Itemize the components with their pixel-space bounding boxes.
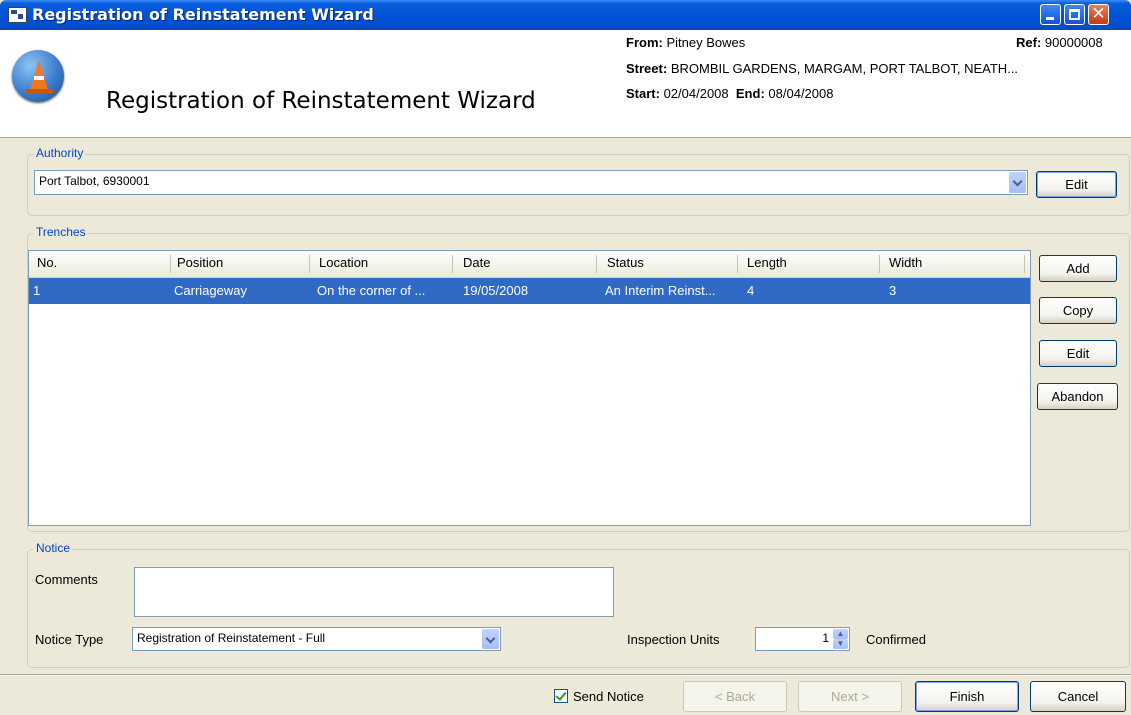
trench-edit-button[interactable]: Edit <box>1039 340 1117 367</box>
cell-date: 19/05/2008 <box>463 283 529 298</box>
footer-separator <box>0 674 1131 676</box>
column-header-position[interactable]: Position <box>177 255 223 270</box>
send-notice-label[interactable]: Send Notice <box>573 689 644 704</box>
authority-select-value: Port Talbot, 6930001 <box>39 174 150 188</box>
cell-width: 3 <box>889 283 897 298</box>
maximize-icon <box>1069 9 1080 20</box>
trenches-list-header: No. Position Location Date Status Length… <box>29 251 1030 279</box>
minimize-button[interactable] <box>1040 4 1061 25</box>
trenches-legend: Trenches <box>34 225 88 239</box>
column-header-location[interactable]: Location <box>319 255 368 270</box>
cell-status: An Interim Reinst... <box>605 283 716 298</box>
spin-down-icon[interactable]: ▼ <box>833 639 848 649</box>
close-icon: ✕ <box>1091 4 1106 23</box>
column-header-date[interactable]: Date <box>463 255 490 270</box>
confirmed-label: Confirmed <box>866 632 926 647</box>
inspection-units-label: Inspection Units <box>627 632 720 647</box>
cell-no: 1 <box>33 283 41 298</box>
from-value: Pitney Bowes <box>666 35 746 50</box>
authority-edit-button[interactable]: Edit <box>1036 171 1117 198</box>
maximize-button[interactable] <box>1064 4 1085 25</box>
next-button[interactable]: Next > <box>798 681 902 712</box>
comments-label: Comments <box>35 572 98 587</box>
notice-legend: Notice <box>34 541 73 555</box>
trench-add-button[interactable]: Add <box>1039 255 1117 282</box>
title-bar[interactable]: Registration of Reinstatement Wizard ✕ <box>0 0 1131 30</box>
start-value: 02/04/2008 <box>663 86 729 101</box>
column-header-width[interactable]: Width <box>889 255 922 270</box>
inspection-units-value: 1 <box>822 631 829 645</box>
notice-type-label: Notice Type <box>35 632 104 647</box>
chevron-down-icon[interactable] <box>482 629 499 649</box>
finish-button[interactable]: Finish <box>915 681 1019 712</box>
authority-select[interactable]: Port Talbot, 6930001 <box>34 170 1028 195</box>
ref-label: Ref: <box>1016 35 1042 50</box>
trench-abandon-button[interactable]: Abandon <box>1037 383 1118 410</box>
table-row[interactable]: 1 Carriageway On the corner of ... 19/05… <box>29 278 1030 304</box>
notice-type-value: Registration of Reinstatement - Full <box>137 631 326 645</box>
column-header-no[interactable]: No. <box>37 255 57 270</box>
wizard-header: Registration of Reinstatement Wizard Fro… <box>0 30 1131 138</box>
from-label: From: <box>626 35 663 50</box>
notice-type-select[interactable]: Registration of Reinstatement - Full <box>132 627 501 651</box>
roadworks-cone-icon <box>12 50 64 102</box>
street-row: Street: BROMBIL GARDENS, MARGAM, PORT TA… <box>626 61 1018 76</box>
send-notice-checkbox[interactable] <box>554 689 568 703</box>
dates-row: Start: 02/04/2008 End: 08/04/2008 <box>626 86 833 101</box>
comments-field[interactable] <box>134 567 614 617</box>
window-title: Registration of Reinstatement Wizard <box>32 5 374 24</box>
close-button[interactable]: ✕ <box>1088 4 1109 25</box>
header-title: Registration of Reinstatement Wizard <box>106 88 536 114</box>
wizard-window: Registration of Reinstatement Wizard ✕ R… <box>0 0 1131 715</box>
trenches-list[interactable]: No. Position Location Date Status Length… <box>28 250 1031 526</box>
street-label: Street: <box>626 61 668 76</box>
chevron-down-icon[interactable] <box>1009 172 1026 193</box>
authority-legend: Authority <box>34 146 86 160</box>
end-label: End: <box>735 86 765 101</box>
end-value: 08/04/2008 <box>768 86 834 101</box>
cancel-button[interactable]: Cancel <box>1030 681 1126 712</box>
back-button[interactable]: < Back <box>683 681 787 712</box>
inspection-units-stepper[interactable]: 1 ▲ ▼ <box>755 627 850 651</box>
cell-location: On the corner of ... <box>317 283 426 298</box>
trench-copy-button[interactable]: Copy <box>1039 297 1117 324</box>
start-label: Start: <box>626 86 660 101</box>
cell-position: Carriageway <box>174 283 247 298</box>
column-header-length[interactable]: Length <box>747 255 787 270</box>
ref-row: Ref: 90000008 <box>1016 35 1103 50</box>
ref-value: 90000008 <box>1044 35 1103 50</box>
from-row: From: Pitney Bowes <box>626 35 745 50</box>
column-header-status[interactable]: Status <box>607 255 644 270</box>
minimize-icon <box>1046 17 1054 20</box>
app-icon <box>8 7 27 23</box>
street-value: BROMBIL GARDENS, MARGAM, PORT TALBOT, NE… <box>670 61 1019 76</box>
cell-length: 4 <box>747 283 755 298</box>
spin-up-icon[interactable]: ▲ <box>833 629 848 639</box>
